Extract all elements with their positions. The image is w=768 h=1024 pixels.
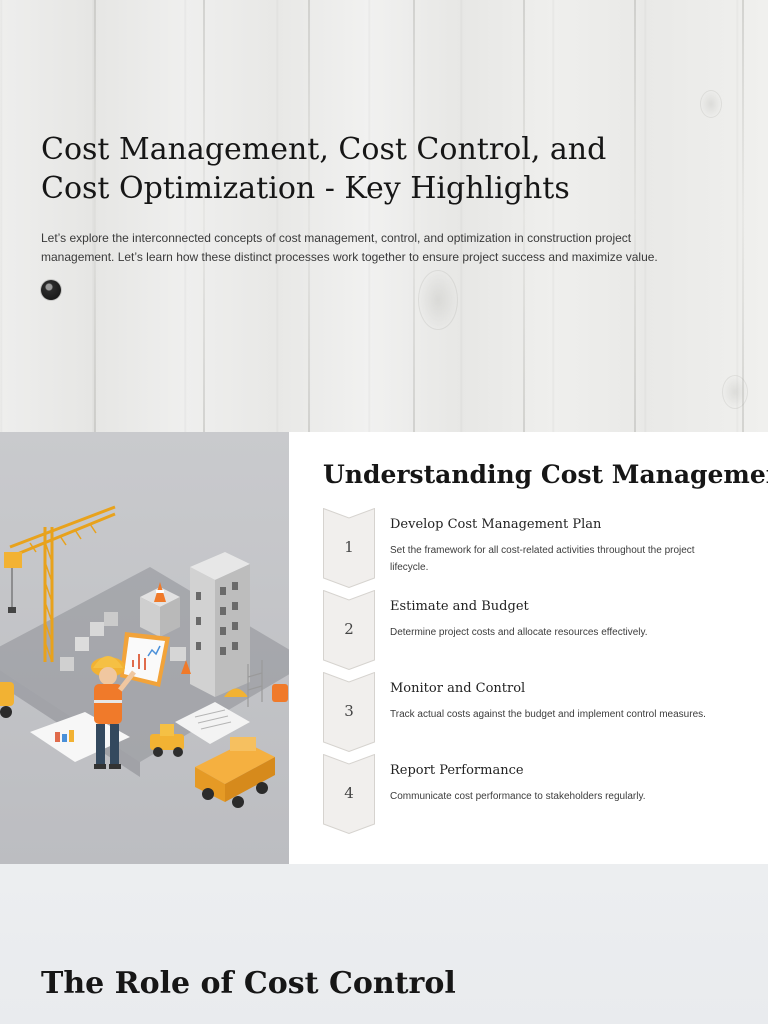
wood-plank-seam <box>94 0 96 432</box>
step-description: Determine project costs and allocate res… <box>390 627 648 638</box>
wood-plank-seam <box>634 0 636 432</box>
step-number: 4 <box>344 784 354 802</box>
wood-plank-seam <box>308 0 310 432</box>
wood-plank-seam <box>523 0 525 432</box>
step-item: 3 Monitor and Control Track actual costs… <box>323 672 743 752</box>
wood-knot <box>418 270 458 330</box>
step-number: 1 <box>344 538 354 556</box>
step-description: Set the framework for all cost-related a… <box>390 545 695 573</box>
wood-plank-seam <box>203 0 205 432</box>
construction-scene-image <box>0 505 289 808</box>
step-title: Estimate and Budget <box>390 599 529 614</box>
step-title: Develop Cost Management Plan <box>390 517 602 532</box>
step-description: Communicate cost performance to stakehol… <box>390 791 646 802</box>
construction-illustration <box>0 432 289 864</box>
author-avatar[interactable] <box>41 280 61 300</box>
hero-section: Cost Management, Cost Control, and Cost … <box>0 0 768 432</box>
step-item: 2 Estimate and Budget Determine project … <box>323 590 743 670</box>
step-title: Report Performance <box>390 763 524 778</box>
hero-description: Let’s explore the interconnected concept… <box>41 231 658 264</box>
cost-management-heading: Understanding Cost Management <box>323 460 768 489</box>
cost-management-section: Understanding Cost Management 1 Develop … <box>0 432 768 864</box>
wood-knot <box>722 375 748 409</box>
wood-knot <box>700 90 722 118</box>
wood-plank-seam <box>742 0 744 432</box>
step-title: Monitor and Control <box>390 681 526 696</box>
cost-control-heading: The Role of Cost Control <box>41 966 456 1001</box>
step-item: 4 Report Performance Communicate cost pe… <box>323 754 743 834</box>
cost-control-section: The Role of Cost Control <box>0 864 768 1024</box>
step-description: Track actual costs against the budget an… <box>390 709 706 720</box>
step-number: 2 <box>344 620 354 638</box>
wood-plank-seam <box>413 0 415 432</box>
step-number: 3 <box>344 702 354 720</box>
step-item: 1 Develop Cost Management Plan Set the f… <box>323 508 743 588</box>
page-title: Cost Management, Cost Control, and Cost … <box>41 132 607 206</box>
